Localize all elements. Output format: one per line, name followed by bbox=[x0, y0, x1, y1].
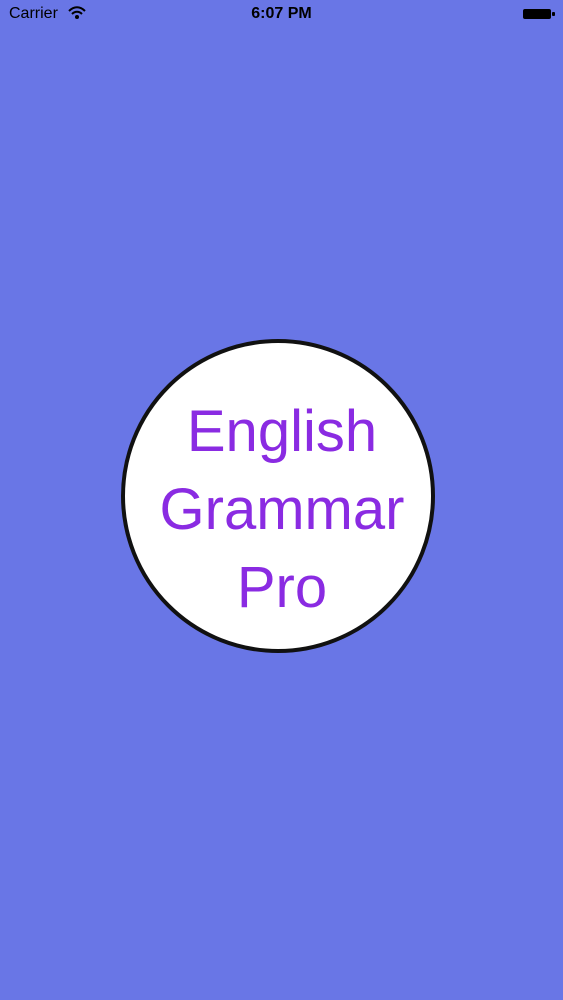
battery-icon bbox=[522, 7, 556, 21]
title-line-1: English bbox=[186, 399, 378, 464]
title-line-3: Pro bbox=[236, 555, 328, 620]
app-title: English Grammar Pro bbox=[125, 393, 439, 627]
splash-logo: English Grammar Pro bbox=[121, 339, 435, 653]
status-time: 6:07 PM bbox=[251, 5, 312, 22]
status-bar: Carrier 6:07 PM bbox=[0, 0, 563, 30]
title-line-2: Grammar bbox=[159, 477, 405, 542]
